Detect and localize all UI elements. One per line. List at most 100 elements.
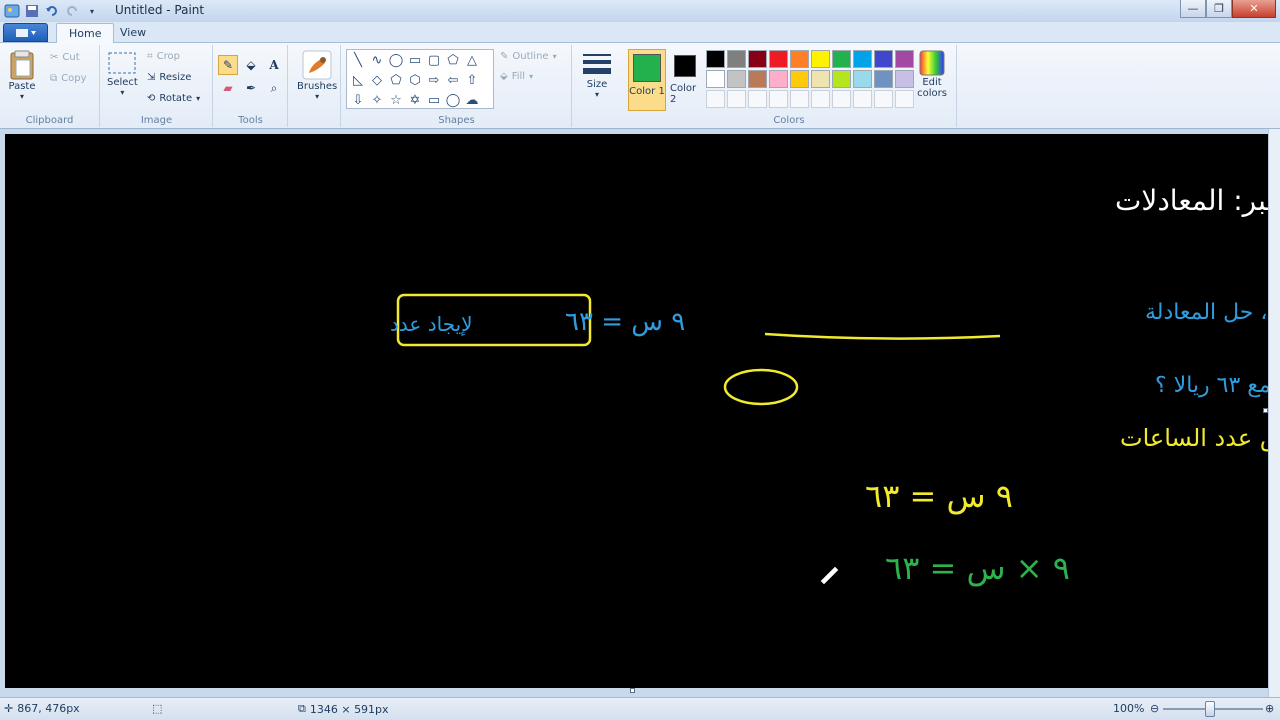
triangle-shape-icon[interactable]: △ bbox=[463, 51, 481, 70]
tools-group-label: Tools bbox=[238, 115, 263, 126]
palette-swatch[interactable] bbox=[811, 50, 830, 68]
hexagon-shape-icon[interactable]: ⬡ bbox=[406, 71, 424, 90]
palette-swatch[interactable] bbox=[706, 70, 725, 88]
palette-swatch[interactable] bbox=[748, 70, 767, 88]
custom-color-slot[interactable] bbox=[727, 90, 746, 108]
polygon-shape-icon[interactable]: ⬠ bbox=[444, 51, 462, 70]
palette-swatch[interactable] bbox=[769, 50, 788, 68]
palette-swatch[interactable] bbox=[706, 50, 725, 68]
oval-shape-icon[interactable]: ◯ bbox=[387, 51, 405, 70]
palette-swatch[interactable] bbox=[790, 50, 809, 68]
eraser-icon[interactable]: ▰ bbox=[218, 78, 238, 98]
fill-icon[interactable]: ⬙ bbox=[241, 55, 261, 75]
copy-button[interactable]: ⧉ Copy bbox=[50, 73, 87, 84]
palette-swatch[interactable] bbox=[874, 70, 893, 88]
magnifier-icon[interactable]: ⌕ bbox=[264, 78, 284, 98]
edit-colors-button[interactable]: Edit colors bbox=[914, 49, 950, 99]
redo-icon[interactable] bbox=[64, 3, 80, 19]
palette-swatch[interactable] bbox=[832, 50, 851, 68]
zoom-out-button[interactable]: ⊖ bbox=[1150, 702, 1159, 715]
cloud-callout-shape-icon[interactable]: ☁ bbox=[463, 91, 481, 110]
select-button[interactable]: Select ▾ bbox=[107, 51, 138, 97]
color2-button[interactable]: Color 2 bbox=[670, 51, 700, 105]
paint-app-icon[interactable] bbox=[4, 3, 20, 19]
rounded-rectangle-shape-icon[interactable]: ▢ bbox=[425, 51, 443, 70]
palette-swatch[interactable] bbox=[748, 50, 767, 68]
tab-view[interactable]: View bbox=[108, 23, 158, 43]
crop-button[interactable]: ⌗ Crop bbox=[147, 51, 180, 62]
undo-icon[interactable] bbox=[44, 3, 60, 19]
rotate-dropdown-icon: ▾ bbox=[196, 94, 201, 103]
right-triangle-shape-icon[interactable]: ◺ bbox=[349, 71, 367, 90]
palette-swatch[interactable] bbox=[874, 50, 893, 68]
left-arrow-shape-icon[interactable]: ⇦ bbox=[444, 71, 462, 90]
custom-color-slot[interactable] bbox=[790, 90, 809, 108]
palette-swatch[interactable] bbox=[727, 50, 746, 68]
custom-color-slot[interactable] bbox=[769, 90, 788, 108]
pencil-icon[interactable]: ✎ bbox=[218, 55, 238, 75]
cut-button[interactable]: ✂ Cut bbox=[50, 52, 80, 63]
color1-label: Color 1 bbox=[629, 86, 665, 97]
restore-button[interactable]: ❐ bbox=[1206, 0, 1232, 18]
size-button[interactable]: Size ▾ bbox=[581, 51, 613, 99]
drawing-canvas[interactable]: الجبر: المعادلات يتقاضى عامل ٩ ريالات عن… bbox=[5, 134, 1268, 688]
zoom-slider-thumb[interactable] bbox=[1205, 701, 1215, 717]
diamond-shape-icon[interactable]: ◇ bbox=[368, 71, 386, 90]
line-shape-icon[interactable]: ╲ bbox=[349, 51, 367, 70]
palette-swatch[interactable] bbox=[853, 70, 872, 88]
custom-color-slot[interactable] bbox=[811, 90, 830, 108]
custom-color-slot[interactable] bbox=[748, 90, 767, 108]
minimize-button[interactable]: — bbox=[1180, 0, 1206, 18]
curve-shape-icon[interactable]: ∿ bbox=[368, 51, 386, 70]
rect-callout-shape-icon[interactable]: ▭ bbox=[425, 91, 443, 110]
brushes-button[interactable]: Brushes ▾ bbox=[297, 49, 337, 101]
size-dropdown-icon: ▾ bbox=[594, 90, 599, 99]
down-arrow-shape-icon[interactable]: ⇩ bbox=[349, 91, 367, 110]
pencil-cursor-icon bbox=[819, 565, 840, 586]
vertical-scrollbar[interactable] bbox=[1268, 129, 1280, 697]
save-icon[interactable] bbox=[24, 3, 40, 19]
paste-dropdown-icon[interactable]: ▾ bbox=[20, 92, 24, 101]
palette-swatch[interactable] bbox=[832, 70, 851, 88]
select-dropdown-icon[interactable]: ▾ bbox=[120, 88, 124, 97]
rotate-button[interactable]: ⟲ Rotate ▾ bbox=[147, 93, 200, 104]
outline-label: Outline bbox=[512, 51, 549, 62]
custom-color-slot[interactable] bbox=[832, 90, 851, 108]
customize-qat-icon[interactable]: ▾ bbox=[84, 3, 100, 19]
paste-button[interactable]: Paste ▾ bbox=[8, 49, 36, 101]
oval-callout-shape-icon[interactable]: ◯ bbox=[444, 91, 462, 110]
palette-swatch[interactable] bbox=[727, 70, 746, 88]
ribbon: Paste ▾ ✂ Cut ⧉ Copy Clipboard Select ▾ … bbox=[0, 43, 1280, 129]
pentagon-shape-icon[interactable]: ⬠ bbox=[387, 71, 405, 90]
custom-color-slot[interactable] bbox=[706, 90, 725, 108]
paint-menu-button[interactable] bbox=[3, 23, 48, 42]
up-arrow-shape-icon[interactable]: ⇧ bbox=[463, 71, 481, 90]
five-point-star-shape-icon[interactable]: ☆ bbox=[387, 91, 405, 110]
fill-button[interactable]: ⬙ Fill ▾ bbox=[500, 71, 533, 82]
palette-swatch[interactable] bbox=[895, 50, 914, 68]
size-label: Size bbox=[586, 79, 608, 90]
six-point-star-shape-icon[interactable]: ✡ bbox=[406, 91, 424, 110]
custom-color-slot[interactable] bbox=[874, 90, 893, 108]
palette-swatch[interactable] bbox=[811, 70, 830, 88]
color-spectrum-icon bbox=[919, 50, 945, 76]
tab-home[interactable]: Home bbox=[56, 23, 115, 43]
close-button[interactable]: ✕ bbox=[1232, 0, 1276, 18]
four-point-star-shape-icon[interactable]: ✧ bbox=[368, 91, 386, 110]
palette-swatch[interactable] bbox=[769, 70, 788, 88]
custom-color-slot[interactable] bbox=[853, 90, 872, 108]
color-palette bbox=[706, 50, 915, 109]
zoom-in-button[interactable]: ⊕ bbox=[1265, 702, 1274, 715]
brushes-label: Brushes bbox=[297, 81, 338, 92]
palette-swatch[interactable] bbox=[853, 50, 872, 68]
right-arrow-shape-icon[interactable]: ⇨ bbox=[425, 71, 443, 90]
resize-button[interactable]: ⇲ Resize bbox=[147, 72, 191, 83]
palette-swatch[interactable] bbox=[790, 70, 809, 88]
tools-group: ✎ ⬙ A ▰ ✒ ⌕ Tools bbox=[214, 45, 288, 127]
rectangle-shape-icon[interactable]: ▭ bbox=[406, 51, 424, 70]
color1-button[interactable]: Color 1 bbox=[628, 49, 666, 111]
text-icon[interactable]: A bbox=[264, 55, 284, 75]
canvas-resize-handle-bottom[interactable] bbox=[630, 688, 635, 693]
outline-button[interactable]: ✎ Outline ▾ bbox=[500, 51, 557, 62]
color-picker-icon[interactable]: ✒ bbox=[241, 78, 261, 98]
